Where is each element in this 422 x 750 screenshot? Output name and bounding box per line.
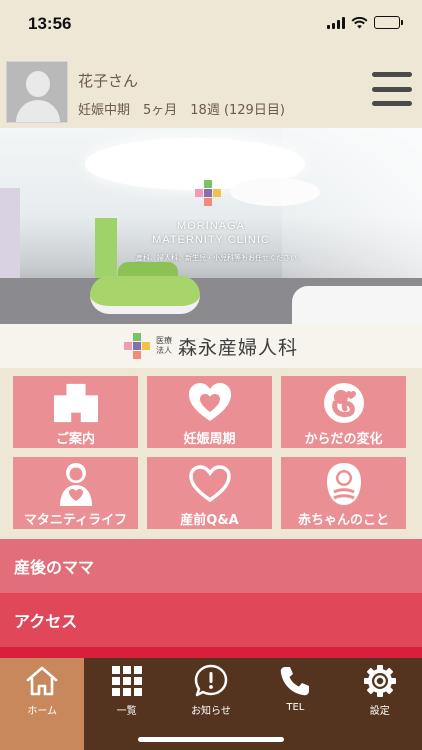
clinic-name-en-line1: MORINAGA xyxy=(177,220,245,232)
hamburger-menu-icon[interactable] xyxy=(372,72,412,106)
status-bar: 13:56 xyxy=(0,0,422,52)
heart-outline-icon xyxy=(188,462,232,506)
pregnancy-info: 妊娠中期 5ヶ月 18週 (129日目) xyxy=(78,103,285,118)
phone-icon xyxy=(278,664,312,698)
fetus-icon xyxy=(322,381,366,425)
feature-tiles: ご案内 妊娠周期 からだの変化 マタニティライフ 産前Q&A 赤ちゃんのこと xyxy=(13,376,409,529)
building-icon xyxy=(53,381,98,425)
clinic-tagline: 産科、婦人科、新生児・小児科等もお任せください。 xyxy=(136,254,304,262)
home-indicator[interactable] xyxy=(138,737,284,742)
avatar-placeholder-icon[interactable] xyxy=(6,61,68,123)
menu-list: 産後のママ アクセス xyxy=(0,539,422,659)
battery-icon xyxy=(374,16,403,29)
brand-bar: 医療 法人 森永産婦人科 xyxy=(0,324,422,368)
tab-label: お知らせ xyxy=(191,706,231,717)
tile-label: からだの変化 xyxy=(304,432,383,447)
clinic-logo-icon xyxy=(123,333,150,359)
tab-label: 一覧 xyxy=(116,706,137,717)
status-icons xyxy=(327,16,403,29)
tab-label: TEL xyxy=(286,702,305,713)
list-item-postnatal-mama[interactable]: 産後のママ xyxy=(0,539,422,593)
tab-settings[interactable]: 設定 xyxy=(338,658,422,750)
gear-icon xyxy=(363,664,397,698)
tile-label: 産前Q&A xyxy=(180,513,239,528)
tab-home[interactable]: ホーム xyxy=(0,658,85,750)
tab-label: ホーム xyxy=(27,706,58,717)
tile-guide[interactable]: ご案内 xyxy=(13,376,138,448)
list-item-access[interactable]: アクセス xyxy=(0,593,422,647)
user-name: 花子さん xyxy=(78,72,139,90)
tile-label: 妊娠周期 xyxy=(183,432,236,447)
tab-label: 設定 xyxy=(369,706,390,717)
hero-clinic-photo: MORINAGA MATERNITY CLINIC 産科、婦人科、新生児・小児科… xyxy=(0,128,422,324)
tile-body-changes[interactable]: からだの変化 xyxy=(281,376,406,448)
list-item-label: アクセス xyxy=(14,612,78,631)
clinic-cross-logo-icon xyxy=(195,180,221,206)
brand-prefix: 医療 法人 xyxy=(155,336,172,355)
tile-pregnancy-cycle[interactable]: 妊娠周期 xyxy=(147,376,272,448)
signal-icon xyxy=(327,16,345,29)
baby-icon xyxy=(322,462,366,506)
brand-name: 森永産婦人科 xyxy=(177,336,298,359)
tile-baby[interactable]: 赤ちゃんのこと xyxy=(281,457,406,529)
notice-icon xyxy=(194,664,228,698)
pregnant-woman-icon xyxy=(54,462,98,506)
wifi-icon xyxy=(351,16,368,28)
grid-icon xyxy=(110,664,144,698)
tile-maternity-life[interactable]: マタニティライフ xyxy=(13,457,138,529)
tile-label: ご案内 xyxy=(55,432,95,447)
status-time: 13:56 xyxy=(28,14,72,33)
profile-header: 花子さん 妊娠中期 5ヶ月 18週 (129日目) xyxy=(0,52,422,128)
tile-prenatal-qa[interactable]: 産前Q&A xyxy=(147,457,272,529)
heart-icon xyxy=(188,381,232,425)
home-icon xyxy=(25,664,59,698)
clinic-name-en-line2: MATERNITY CLINIC xyxy=(152,234,270,246)
tile-label: 赤ちゃんのこと xyxy=(297,513,389,528)
tile-label: マタニティライフ xyxy=(23,513,128,528)
list-item-label: 産後のママ xyxy=(14,558,95,577)
